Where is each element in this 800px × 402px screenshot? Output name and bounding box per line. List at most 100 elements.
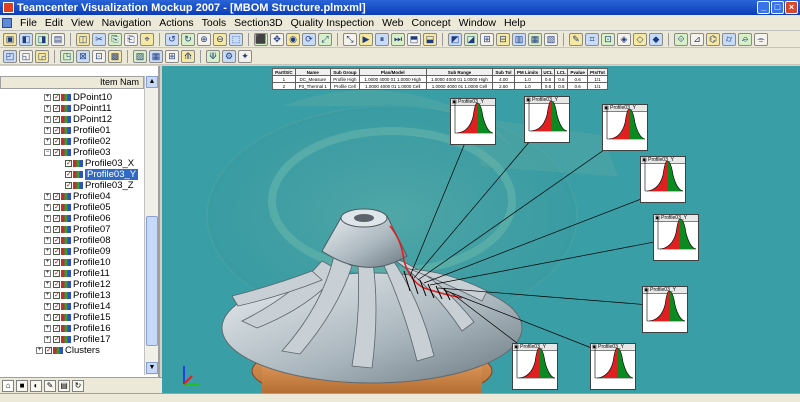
zoom-in-icon[interactable]: ⊕ [197,32,211,46]
profile-window[interactable]: ▣ Profile03_Y [640,156,686,203]
tree-item-profile03[interactable]: − ✓ Profile03 [44,147,111,158]
diamond-icon[interactable]: ◈ [617,32,631,46]
visibility-checkbox[interactable]: ✓ [53,314,60,321]
layout-b-icon[interactable]: ◱ [19,49,33,63]
settings-icon[interactable]: ⚙ [222,49,236,63]
tree-expander-icon[interactable]: + [44,226,51,233]
visibility-checkbox[interactable]: ✓ [53,237,60,244]
weld-icon[interactable]: ⌭ [722,32,736,46]
visibility-checkbox[interactable]: ✓ [53,138,60,145]
profile-window[interactable]: ▣ Profile03_Y [602,104,648,151]
open-icon[interactable]: ◧ [19,32,33,46]
box-icon[interactable]: ⊠ [76,49,90,63]
visibility-checkbox[interactable]: ✓ [65,182,72,189]
visibility-checkbox[interactable]: ✓ [53,105,60,112]
tree-expander-icon[interactable]: + [44,127,51,134]
tree-item-clusters[interactable]: + ✓ Clusters [36,345,100,356]
save-icon[interactable]: ◨ [35,32,49,46]
tree-item-dpoint10[interactable]: + ✓ DPoint10 [44,92,112,103]
menu-help[interactable]: Help [500,17,530,29]
visibility-checkbox[interactable]: ✓ [53,94,60,101]
tree-expander-icon[interactable]: + [44,325,51,332]
tree-item-dpoint12[interactable]: + ✓ DPoint12 [44,114,112,125]
tree-item-profile16[interactable]: + ✓ Profile16 [44,323,111,334]
collapse-icon[interactable]: ⤡ [343,32,357,46]
tree-column-header[interactable]: Item Nam [0,76,144,89]
redo-icon[interactable]: ↻ [181,32,195,46]
expand-icon[interactable]: ⤢ [318,32,332,46]
visibility-checkbox[interactable]: ✓ [53,270,60,277]
visibility-checkbox[interactable]: ✓ [53,259,60,266]
bolt-icon[interactable]: ⌮ [738,32,752,46]
layout-c-icon[interactable]: ◲ [35,49,49,63]
visibility-checkbox[interactable]: ✓ [53,215,60,222]
tree-expander-icon[interactable]: + [44,292,51,299]
profile-window[interactable]: ▣ Profile03_Y [590,343,636,390]
left-icon[interactable]: ◩ [448,32,462,46]
tab-markup-icon[interactable]: ✎ [44,380,56,392]
tree-item-profile03-y[interactable]: ✓ Profile03_Y [56,169,139,180]
back-icon[interactable]: ⬓ [423,32,437,46]
front-icon[interactable]: ⬒ [407,32,421,46]
ungroup-icon[interactable]: ⊟ [496,32,510,46]
profile-window[interactable]: ▣ Profile03_Y [642,286,688,333]
tree-expander-icon[interactable]: + [44,193,51,200]
orbit-icon[interactable]: ◉ [286,32,300,46]
tree-expander-icon[interactable]: + [36,347,43,354]
visibility-checkbox[interactable]: ✓ [45,347,52,354]
cog-icon[interactable]: ⌬ [706,32,720,46]
tab-layers-icon[interactable]: ▤ [58,380,70,392]
profile-window[interactable]: ▣ Profile03_Y [653,214,699,261]
tab-structure-icon[interactable]: ⌂ [2,380,14,392]
pan-icon[interactable]: ✥ [270,32,284,46]
angle-icon[interactable]: ⊿ [690,32,704,46]
visibility-checkbox[interactable]: ✓ [53,204,60,211]
menu-edit[interactable]: Edit [41,17,67,29]
fit-icon[interactable]: ⬚ [229,32,243,46]
visibility-checkbox[interactable]: ✓ [53,248,60,255]
tree-expander-icon[interactable]: + [44,281,51,288]
tree-item-profile13[interactable]: + ✓ Profile13 [44,290,111,301]
outline-icon[interactable]: ◇ [633,32,647,46]
tree-expander-icon[interactable]: + [44,303,51,310]
cut-icon[interactable]: ✂ [92,32,106,46]
visibility-checkbox[interactable]: ✓ [53,325,60,332]
tree-expander-icon[interactable]: − [44,149,51,156]
structure-tree[interactable]: Item Nam ▲ ▼ + ✓ DPoint10 + ✓ DPoint11 + ✓ DPoin… [0,66,160,377]
down-icon[interactable]: ⟱ [206,49,220,63]
frame-icon[interactable]: ⊡ [601,32,615,46]
tab-views-icon[interactable]: ◐ [30,380,42,392]
preview-icon[interactable]: ◫ [76,32,90,46]
tree-expander-icon[interactable]: + [44,248,51,255]
maximize-button[interactable]: □ [771,1,784,14]
tree-expander-icon[interactable]: + [44,204,51,211]
profile-window[interactable]: ▣ Profile03_Y [524,96,570,143]
tab-materials-icon[interactable]: ■ [16,380,28,392]
tree-expander-icon[interactable]: + [44,237,51,244]
menu-section3d[interactable]: Section3D [230,17,286,29]
menu-web[interactable]: Web [378,17,407,29]
play-icon[interactable]: ▶ [359,32,373,46]
menu-concept[interactable]: Concept [408,17,455,29]
visibility-checkbox[interactable]: ✓ [53,193,60,200]
tree-expander-icon[interactable]: + [44,314,51,321]
menu-actions[interactable]: Actions [155,17,197,29]
menu-window[interactable]: Window [455,17,500,29]
frame-icon[interactable]: ⊡ [92,49,106,63]
tree-item-profile17[interactable]: + ✓ Profile17 [44,334,111,345]
shade-icon[interactable]: ▦ [528,32,542,46]
table-row[interactable]: 2 P3_Thermal 1 Profile Cell 1.0000 4000 01 … [272,82,609,90]
undo-icon[interactable]: ↺ [165,32,179,46]
tree-item-profile04[interactable]: + ✓ Profile04 [44,191,111,202]
tree-expander-icon[interactable]: + [44,259,51,266]
tree-item-profile03-z[interactable]: ✓ Profile03_Z [56,180,134,191]
tree-item-profile01[interactable]: + ✓ Profile01 [44,125,111,136]
menu-view[interactable]: View [67,17,98,29]
tree-item-profile05[interactable]: + ✓ Profile05 [44,202,111,213]
new-icon[interactable]: ▣ [3,32,17,46]
visibility-checkbox[interactable]: ✓ [53,116,60,123]
markup-icon[interactable]: ✎ [569,32,583,46]
fill-icon[interactable]: ⬛ [254,32,268,46]
tree-item-profile10[interactable]: + ✓ Profile10 [44,257,111,268]
visibility-checkbox[interactable]: ✓ [65,160,72,167]
